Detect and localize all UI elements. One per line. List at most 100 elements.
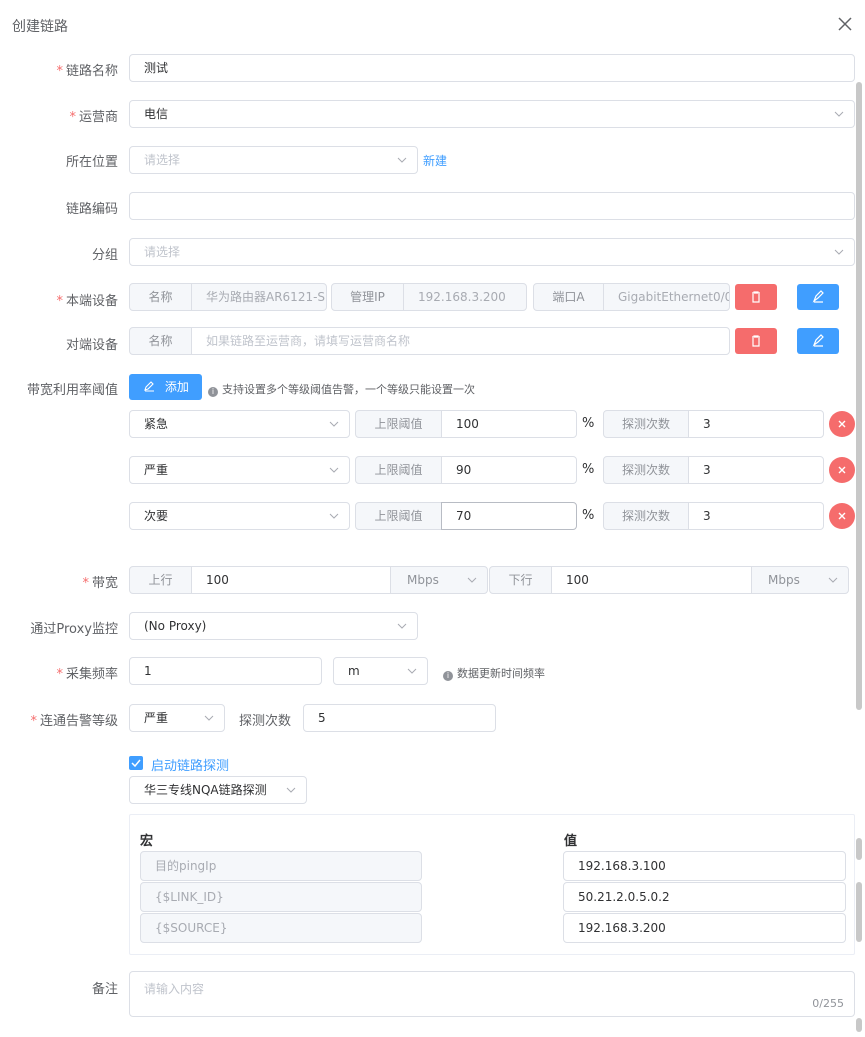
edit-local-device-button[interactable] (797, 284, 839, 310)
alarm-count-input[interactable]: 5 (303, 704, 496, 732)
remove-threshold-button[interactable] (829, 503, 855, 529)
remark-textarea[interactable]: 请输入内容 0/255 (129, 971, 855, 1017)
probe-type-select[interactable]: 华三专线NQA链路探测 (129, 776, 307, 804)
remark-label: 备注 (91, 982, 118, 997)
macro-column-header: 宏 (140, 834, 154, 849)
link-name-label: * 链路名称 (56, 64, 118, 79)
carrier-label: * 运营商 (69, 110, 118, 125)
frequency-unit-select[interactable]: m (333, 657, 428, 685)
inner-scrollbar-thumb[interactable] (856, 838, 862, 860)
add-threshold-button[interactable]: 添加 (129, 374, 202, 400)
local-port-prefix: 端口A (533, 283, 604, 311)
close-icon (838, 420, 846, 428)
edit-remote-device-button[interactable] (797, 328, 839, 354)
count-input[interactable]: 3 (688, 410, 824, 438)
info-icon: i (443, 671, 453, 681)
link-name-input[interactable]: 测试 (129, 54, 855, 82)
bandwidth-label: * 带宽 (82, 576, 118, 591)
chevron-down-icon (834, 111, 844, 117)
remote-name-prefix: 名称 (129, 327, 192, 355)
remote-device-label: 对端设备 (65, 338, 118, 353)
limit-prefix: 上限阈值 (355, 456, 442, 484)
percent-unit: % (582, 416, 595, 431)
percent-unit: % (582, 462, 595, 477)
link-code-label: 链路编码 (65, 202, 118, 217)
threshold-level-select[interactable]: 严重 (129, 456, 350, 484)
alarm-count-label: 探测次数 (239, 714, 292, 729)
enable-probe-checkbox[interactable] (129, 756, 143, 770)
chevron-down-icon (407, 668, 417, 674)
check-icon (131, 759, 141, 768)
count-input[interactable]: 3 (688, 456, 824, 484)
remove-threshold-button[interactable] (829, 457, 855, 483)
percent-unit: % (582, 508, 595, 523)
count-prefix: 探测次数 (603, 410, 689, 438)
chevron-down-icon (329, 421, 339, 427)
limit-input[interactable]: 90 (441, 456, 577, 484)
trash-icon (752, 335, 760, 347)
chevron-down-icon (329, 513, 339, 519)
close-icon (838, 466, 846, 474)
limit-input[interactable]: 70 (441, 502, 577, 530)
upstream-input[interactable]: 100 (191, 566, 391, 594)
downstream-prefix: 下行 (489, 566, 552, 594)
chevron-down-icon (828, 577, 838, 583)
bandwidth-threshold-label: 带宽利用率阈值 (26, 383, 118, 398)
local-ip-value: 192.168.3.200 (403, 283, 527, 311)
remove-threshold-button[interactable] (829, 411, 855, 437)
macro-value-input[interactable]: 192.168.3.200 (563, 913, 846, 943)
edit-icon (812, 290, 824, 303)
count-input[interactable]: 3 (688, 502, 824, 530)
threshold-level-select[interactable]: 紧急 (129, 410, 350, 438)
frequency-hint: i 数据更新时间频率 (443, 665, 545, 681)
close-icon (838, 512, 846, 520)
macro-name: 目的pingIp (140, 851, 422, 881)
macro-name: {$SOURCE} (140, 913, 422, 943)
chevron-down-icon (467, 577, 477, 583)
chevron-down-icon (204, 715, 214, 721)
proxy-select[interactable]: (No Proxy) (129, 612, 418, 640)
downstream-input[interactable]: 100 (551, 566, 752, 594)
group-label: 分组 (91, 248, 118, 263)
frequency-label: * 采集频率 (56, 667, 118, 682)
chevron-down-icon (397, 623, 407, 629)
frequency-input[interactable]: 1 (129, 657, 322, 685)
enable-probe-label[interactable]: 启动链路探测 (151, 755, 229, 774)
local-device-label: * 本端设备 (56, 294, 118, 309)
local-ip-prefix: 管理IP (331, 283, 404, 311)
chevron-down-icon (397, 157, 407, 163)
count-prefix: 探测次数 (603, 456, 689, 484)
local-name-prefix: 名称 (129, 283, 192, 311)
remote-name-input[interactable]: 如果链路至运营商，请填写运营商名称 (191, 327, 730, 355)
edit-icon (144, 381, 154, 392)
chevron-down-icon (329, 467, 339, 473)
location-select[interactable]: 请选择 (129, 146, 418, 174)
scrollbar-thumb[interactable] (856, 82, 862, 710)
carrier-select[interactable]: 电信 (129, 100, 855, 128)
edit-icon (812, 334, 824, 347)
limit-input[interactable]: 100 (441, 410, 577, 438)
trash-icon (752, 291, 760, 303)
group-select[interactable]: 请选择 (129, 238, 855, 266)
upstream-unit-select[interactable]: Mbps (390, 566, 488, 594)
scrollbar-bottom-thumb[interactable] (856, 1018, 862, 1032)
dialog-title: 创建链路 (12, 19, 68, 35)
threshold-level-select[interactable]: 次要 (129, 502, 350, 530)
proxy-label: 通过Proxy监控 (30, 622, 118, 637)
delete-local-device-button[interactable] (735, 284, 777, 310)
close-icon[interactable] (835, 14, 855, 34)
downstream-unit-select[interactable]: Mbps (751, 566, 849, 594)
location-label: 所在位置 (65, 155, 118, 170)
local-port-value: GigabitEthernet0/0 (603, 283, 730, 311)
link-code-input[interactable] (129, 192, 855, 220)
delete-remote-device-button[interactable] (735, 328, 777, 354)
macro-name: {$LINK_ID} (140, 882, 422, 912)
inner-scrollbar-thumb-2[interactable] (856, 882, 862, 942)
macro-value-input[interactable]: 50.21.2.0.5.0.2 (563, 882, 846, 912)
macro-value-input[interactable]: 192.168.3.100 (563, 851, 846, 881)
new-location-link[interactable]: 新建 (423, 152, 447, 169)
threshold-hint: i 支持设置多个等级阈值告警，一个等级只能设置一次 (208, 381, 475, 397)
remark-counter: 0/255 (812, 997, 844, 1010)
info-icon: i (208, 387, 218, 397)
alarm-level-select[interactable]: 严重 (129, 704, 225, 732)
